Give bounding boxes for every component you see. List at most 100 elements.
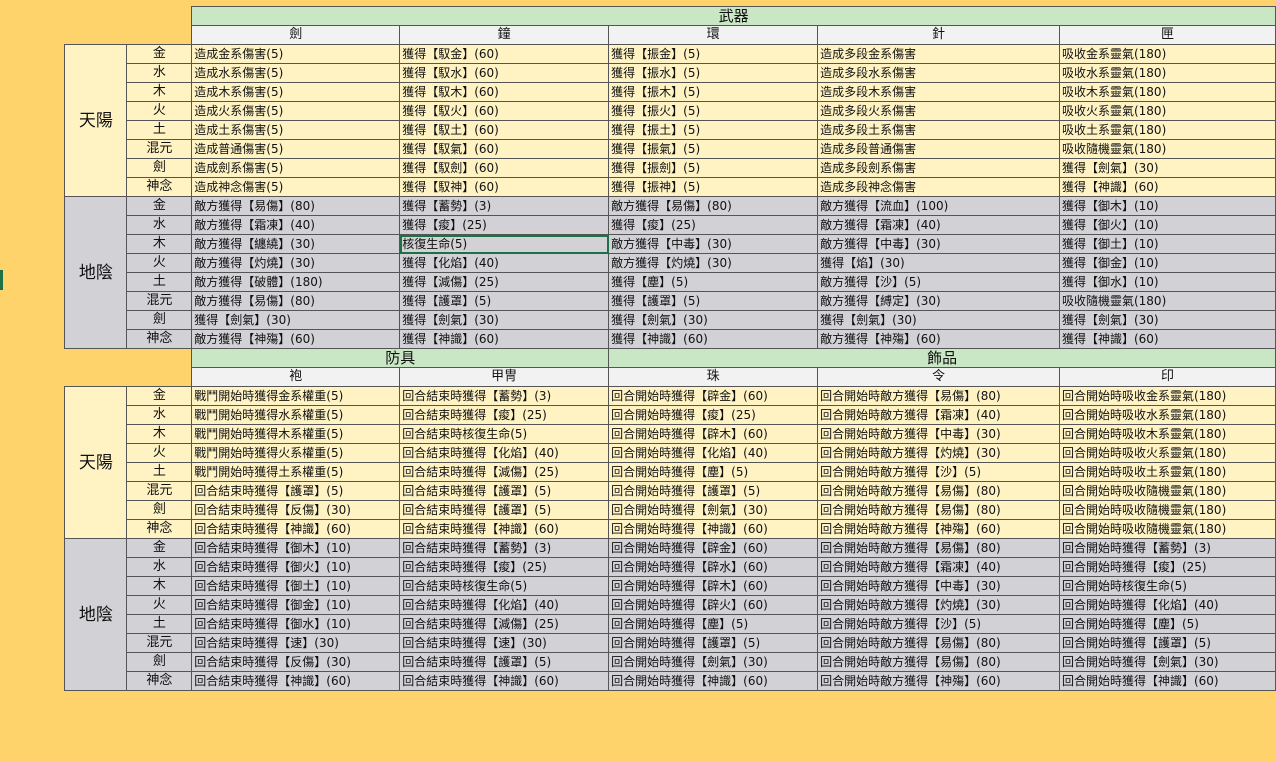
effect-cell[interactable]: 回合開始時吸收木系靈氣(180) — [1058, 424, 1276, 444]
effect-cell[interactable]: 核復生命(5) — [399, 234, 610, 254]
effect-cell[interactable]: 造成神念傷害(5) — [191, 177, 401, 197]
effect-cell[interactable]: 獲得【振火】(5) — [608, 101, 819, 121]
effect-cell[interactable]: 回合開始時獲得【劍氣】(30) — [608, 652, 819, 672]
effect-cell[interactable]: 回合結束時獲得【蓄勢】(3) — [399, 386, 610, 406]
effect-cell[interactable]: 造成多段金系傷害 — [817, 44, 1060, 64]
effect-cell[interactable]: 敵方獲得【霜凍】(40) — [817, 215, 1060, 235]
effect-cell[interactable]: 敵方獲得【中毒】(30) — [608, 234, 819, 254]
effect-cell[interactable]: 回合開始時敵方獲得【沙】(5) — [817, 614, 1060, 634]
effect-cell[interactable]: 回合開始時敵方獲得【中毒】(30) — [817, 576, 1060, 596]
effect-cell[interactable]: 回合開始時獲得【蓄勢】(3) — [1058, 538, 1276, 558]
effect-cell[interactable]: 回合結束時獲得【御金】(10) — [191, 595, 401, 615]
effect-cell[interactable]: 獲得【馭水】(60) — [399, 63, 610, 83]
effect-cell[interactable]: 回合開始時敵方獲得【中毒】(30) — [817, 424, 1060, 444]
effect-cell[interactable]: 回合開始時獲得【辟金】(60) — [608, 386, 819, 406]
element-header[interactable]: 火 — [126, 101, 193, 121]
tianyang-group-header[interactable]: 天陽 — [64, 386, 128, 539]
effect-cell[interactable]: 敵方獲得【灼燒】(30) — [608, 253, 819, 273]
category-header[interactable]: 飾品 — [608, 348, 1276, 368]
effect-cell[interactable]: 造成多段水系傷害 — [817, 63, 1060, 83]
effect-cell[interactable]: 造成劍系傷害(5) — [191, 158, 401, 178]
effect-cell[interactable]: 獲得【神識】(60) — [608, 329, 819, 349]
element-header[interactable]: 土 — [126, 614, 193, 634]
element-header[interactable]: 劍 — [126, 500, 193, 520]
column-header[interactable]: 珠 — [608, 367, 819, 387]
effect-cell[interactable]: 回合結束時獲得【反傷】(30) — [191, 652, 401, 672]
column-header[interactable]: 令 — [817, 367, 1060, 387]
effect-cell[interactable]: 回合開始時敵方獲得【沙】(5) — [817, 462, 1060, 482]
effect-cell[interactable]: 敵方獲得【易傷】(80) — [191, 196, 401, 216]
effect-cell[interactable]: 獲得【馭劍】(60) — [399, 158, 610, 178]
effect-cell[interactable]: 回合開始時敵方獲得【霜凍】(40) — [817, 557, 1060, 577]
element-header[interactable]: 水 — [126, 63, 193, 83]
effect-cell[interactable]: 回合開始時吸收水系靈氣(180) — [1058, 405, 1276, 425]
effect-cell[interactable]: 回合開始時獲得【劍氣】(30) — [1058, 652, 1276, 672]
effect-cell[interactable]: 回合開始時獲得【化焰】(40) — [608, 443, 819, 463]
effect-cell[interactable]: 造成多段木系傷害 — [817, 82, 1060, 102]
effect-cell[interactable]: 獲得【劍氣】(30) — [817, 310, 1060, 330]
element-header[interactable]: 劍 — [126, 652, 193, 672]
effect-cell[interactable]: 回合結束時獲得【御火】(10) — [191, 557, 401, 577]
effect-cell[interactable]: 獲得【劍氣】(30) — [191, 310, 401, 330]
column-header[interactable]: 環 — [608, 25, 819, 45]
effect-cell[interactable]: 獲得【馭氣】(60) — [399, 139, 610, 159]
effect-cell[interactable]: 戰鬥開始時獲得土系權重(5) — [191, 462, 401, 482]
effect-cell[interactable]: 回合結束時核復生命(5) — [399, 576, 610, 596]
effect-cell[interactable]: 吸收土系靈氣(180) — [1058, 120, 1276, 140]
effect-cell[interactable]: 回合開始時吸收隨機靈氣(180) — [1058, 500, 1276, 520]
effect-cell[interactable]: 回合結束時獲得【神識】(60) — [399, 519, 610, 539]
effect-cell[interactable]: 獲得【劍氣】(30) — [608, 310, 819, 330]
effect-cell[interactable]: 回合結束時獲得【減傷】(25) — [399, 462, 610, 482]
element-header[interactable]: 水 — [126, 557, 193, 577]
effect-cell[interactable]: 獲得【振水】(5) — [608, 63, 819, 83]
effect-cell[interactable]: 回合開始時獲得【辟木】(60) — [608, 424, 819, 444]
effect-cell[interactable]: 獲得【振金】(5) — [608, 44, 819, 64]
effect-cell[interactable]: 吸收隨機靈氣(180) — [1058, 291, 1276, 311]
effect-cell[interactable]: 回合開始時敵方獲得【灼燒】(30) — [817, 595, 1060, 615]
effect-cell[interactable]: 敵方獲得【易傷】(80) — [191, 291, 401, 311]
effect-cell[interactable]: 回合結束時獲得【護罩】(5) — [191, 481, 401, 501]
effect-cell[interactable]: 敵方獲得【神殤】(60) — [817, 329, 1060, 349]
effect-cell[interactable]: 回合開始時敵方獲得【神殤】(60) — [817, 671, 1060, 691]
effect-cell[interactable]: 回合開始時獲得【塵】(5) — [608, 462, 819, 482]
effect-cell[interactable]: 獲得【塵】(5) — [608, 272, 819, 292]
effect-cell[interactable]: 回合開始時敵方獲得【易傷】(80) — [817, 652, 1060, 672]
effect-cell[interactable]: 獲得【劍氣】(30) — [1058, 310, 1276, 330]
effect-cell[interactable]: 回合開始時吸收土系靈氣(180) — [1058, 462, 1276, 482]
effect-cell[interactable]: 獲得【痠】(25) — [608, 215, 819, 235]
effect-cell[interactable]: 獲得【化焰】(40) — [399, 253, 610, 273]
element-header[interactable]: 混元 — [126, 291, 193, 311]
element-header[interactable]: 神念 — [126, 519, 193, 539]
effect-cell[interactable]: 回合開始時敵方獲得【灼燒】(30) — [817, 443, 1060, 463]
effect-cell[interactable]: 回合開始時獲得【神識】(60) — [608, 671, 819, 691]
element-header[interactable]: 神念 — [126, 177, 193, 197]
effect-cell[interactable]: 回合開始時敵方獲得【易傷】(80) — [817, 500, 1060, 520]
effect-cell[interactable]: 獲得【振土】(5) — [608, 120, 819, 140]
element-header[interactable]: 木 — [126, 576, 193, 596]
effect-cell[interactable]: 造成多段普通傷害 — [817, 139, 1060, 159]
effect-cell[interactable]: 獲得【振氣】(5) — [608, 139, 819, 159]
effect-cell[interactable]: 獲得【馭火】(60) — [399, 101, 610, 121]
effect-cell[interactable]: 獲得【振劍】(5) — [608, 158, 819, 178]
effect-cell[interactable]: 敵方獲得【灼燒】(30) — [191, 253, 401, 273]
effect-cell[interactable]: 戰鬥開始時獲得木系權重(5) — [191, 424, 401, 444]
effect-cell[interactable]: 造成金系傷害(5) — [191, 44, 401, 64]
effect-cell[interactable]: 回合開始時獲得【痠】(25) — [608, 405, 819, 425]
effect-cell[interactable]: 回合結束時獲得【御土】(10) — [191, 576, 401, 596]
effect-cell[interactable]: 回合結束時獲得【護罩】(5) — [399, 481, 610, 501]
effect-cell[interactable]: 回合結束時獲得【蓄勢】(3) — [399, 538, 610, 558]
effect-cell[interactable]: 造成普通傷害(5) — [191, 139, 401, 159]
effect-cell[interactable]: 回合開始時獲得【護罩】(5) — [608, 481, 819, 501]
effect-cell[interactable]: 敵方獲得【易傷】(80) — [608, 196, 819, 216]
effect-cell[interactable]: 回合開始時敵方獲得【易傷】(80) — [817, 386, 1060, 406]
effect-cell[interactable]: 回合開始時核復生命(5) — [1058, 576, 1276, 596]
effect-cell[interactable]: 獲得【痠】(25) — [399, 215, 610, 235]
effect-cell[interactable]: 回合開始時獲得【神識】(60) — [608, 519, 819, 539]
effect-cell[interactable]: 獲得【振神】(5) — [608, 177, 819, 197]
effect-cell[interactable]: 造成土系傷害(5) — [191, 120, 401, 140]
effect-cell[interactable]: 敵方獲得【縛定】(30) — [817, 291, 1060, 311]
tianyang-group-header[interactable]: 天陽 — [64, 44, 128, 197]
effect-cell[interactable]: 造成多段劍系傷害 — [817, 158, 1060, 178]
diyin-group-header[interactable]: 地陰 — [64, 196, 128, 349]
effect-cell[interactable]: 吸收金系靈氣(180) — [1058, 44, 1276, 64]
